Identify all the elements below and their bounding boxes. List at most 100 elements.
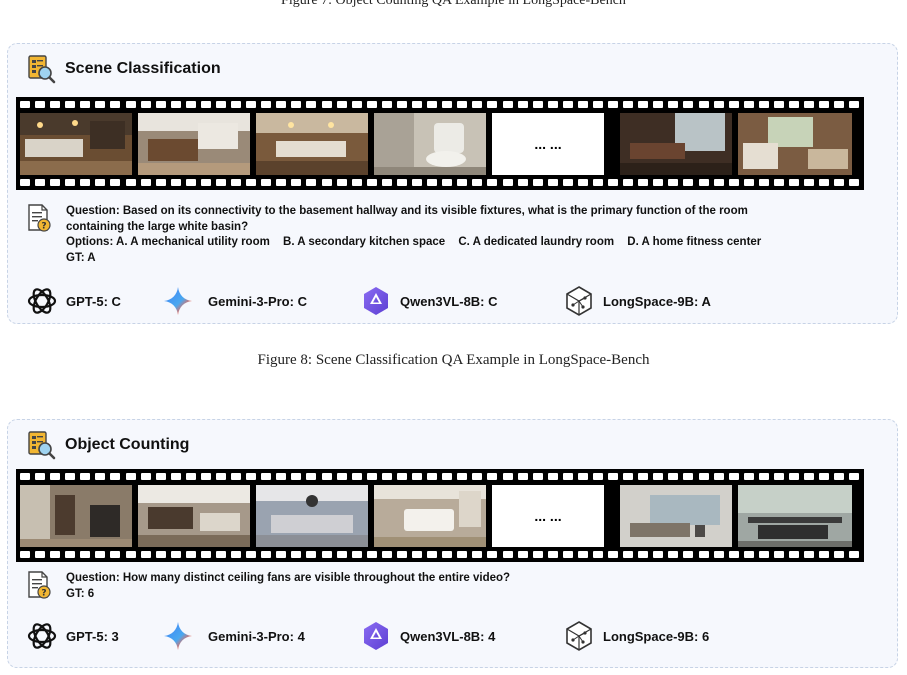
sprocket-hole: [562, 101, 573, 108]
model-answer-label: LongSpace-9B: A: [603, 293, 711, 309]
sprocket-hole: [140, 179, 151, 186]
sprocket-hole: [788, 101, 799, 108]
sprocket-hole: [261, 551, 272, 558]
sprocket-hole: [532, 551, 543, 558]
sprocket-hole: [110, 179, 121, 186]
sprocket-hole: [381, 551, 392, 558]
sprocket-hole: [743, 179, 754, 186]
sprocket-hole: [517, 101, 528, 108]
sprocket-hole: [80, 179, 91, 186]
sprocket-hole: [773, 551, 784, 558]
video-frame: [256, 113, 368, 175]
sprocket-hole: [849, 179, 860, 186]
sprocket-hole: [683, 179, 694, 186]
model-qwen: Qwen3VL-8B: 4: [360, 620, 495, 652]
sprocket-hole: [758, 473, 769, 480]
sprocket-hole: [396, 551, 407, 558]
sprocket-hole: [834, 101, 845, 108]
sprocket-hole: [788, 179, 799, 186]
sprocket-holes-bottom: [20, 551, 860, 558]
sprocket-hole: [608, 551, 619, 558]
sprocket-hole: [170, 473, 181, 480]
sprocket-hole: [95, 101, 106, 108]
sprocket-hole: [95, 179, 106, 186]
sprocket-hole: [276, 179, 287, 186]
sprocket-hole: [170, 101, 181, 108]
sprocket-hole: [804, 551, 815, 558]
sprocket-hole: [216, 551, 227, 558]
sprocket-hole: [653, 551, 664, 558]
ground-truth: GT: 6: [66, 587, 95, 600]
sprocket-hole: [125, 473, 136, 480]
sprocket-hole: [819, 473, 830, 480]
sprocket-hole: [306, 551, 317, 558]
sprocket-hole: [728, 179, 739, 186]
sprocket-hole: [381, 179, 392, 186]
sprocket-hole: [532, 179, 543, 186]
sprocket-hole: [819, 179, 830, 186]
search-document-icon: [26, 430, 56, 460]
sprocket-hole: [321, 179, 332, 186]
sprocket-hole: [351, 179, 362, 186]
option-b: B. A secondary kitchen space: [283, 236, 446, 248]
sprocket-hole: [140, 473, 151, 480]
video-filmstrip: ... ...: [16, 469, 864, 562]
sprocket-hole: [20, 101, 30, 108]
sprocket-hole: [291, 179, 302, 186]
sprocket-hole: [562, 551, 573, 558]
sprocket-hole: [50, 101, 61, 108]
sprocket-hole: [698, 551, 709, 558]
sprocket-hole: [412, 101, 423, 108]
model-answer-label: GPT-5: 3: [66, 628, 119, 644]
sprocket-hole: [668, 179, 679, 186]
sprocket-hole: [819, 101, 830, 108]
sprocket-hole: [683, 101, 694, 108]
gemini-sparkle-icon: [162, 285, 194, 317]
qwen-logo-icon: [360, 285, 392, 317]
sprocket-hole: [35, 101, 46, 108]
ground-truth: GT: A: [66, 251, 96, 264]
sprocket-hole: [502, 473, 513, 480]
sprocket-hole: [653, 101, 664, 108]
sprocket-hole: [758, 101, 769, 108]
sprocket-hole: [291, 551, 302, 558]
video-frame: [620, 485, 732, 547]
video-frame: [20, 113, 132, 175]
sprocket-hole: [517, 179, 528, 186]
model-answer-label: Gemini-3-Pro: 4: [208, 628, 305, 644]
sprocket-holes-top: [20, 473, 860, 480]
sprocket-hole: [306, 473, 317, 480]
sprocket-hole: [336, 551, 347, 558]
sprocket-hole: [698, 179, 709, 186]
sprocket-hole: [502, 551, 513, 558]
sprocket-hole: [65, 101, 76, 108]
sprocket-hole: [351, 473, 362, 480]
sprocket-hole: [110, 101, 121, 108]
sprocket-hole: [50, 473, 61, 480]
sprocket-hole: [216, 473, 227, 480]
sprocket-hole: [336, 179, 347, 186]
sprocket-hole: [95, 473, 106, 480]
sprocket-hole: [20, 473, 30, 480]
sprocket-hole: [472, 473, 483, 480]
panel-title: Scene Classification: [65, 60, 221, 77]
sprocket-hole: [592, 551, 603, 558]
question-block: Question: Based on its connectivity to t…: [26, 204, 771, 266]
sprocket-hole: [412, 473, 423, 480]
question-document-icon: [26, 204, 52, 232]
sprocket-hole: [608, 179, 619, 186]
sprocket-hole: [396, 101, 407, 108]
sprocket-hole: [713, 551, 724, 558]
sprocket-hole: [562, 179, 573, 186]
sprocket-hole: [80, 101, 91, 108]
sprocket-hole: [276, 101, 287, 108]
model-answer-label: LongSpace-9B: 6: [603, 628, 710, 644]
sprocket-hole: [291, 473, 302, 480]
sprocket-hole: [487, 551, 498, 558]
model-longspace: LongSpace-9B: A: [563, 285, 711, 317]
sprocket-hole: [743, 551, 754, 558]
model-gemini: Gemini-3-Pro: C: [162, 285, 307, 317]
sprocket-holes-top: [20, 101, 860, 108]
gemini-sparkle-icon: [162, 620, 194, 652]
sprocket-hole: [50, 179, 61, 186]
